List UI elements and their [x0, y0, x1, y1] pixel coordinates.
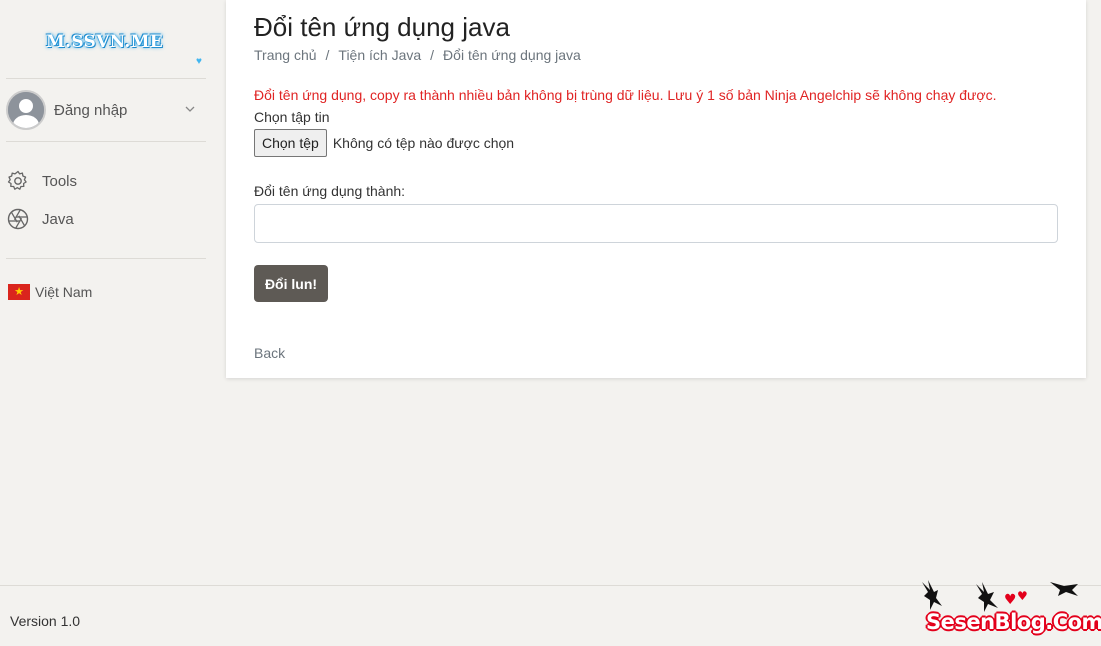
aperture-icon — [7, 208, 29, 230]
file-input: Chọn tệp Không có tệp nào được chọn — [254, 129, 514, 157]
breadcrumb-java-tools[interactable]: Tiện ích Java — [338, 47, 421, 63]
sidebar-item-tools[interactable]: Tools — [6, 166, 206, 196]
version-text: Version 1.0 — [10, 613, 81, 629]
breadcrumb-separator: / — [430, 47, 435, 63]
heart-icon: ♥ — [196, 56, 202, 67]
chevron-down-icon — [185, 106, 195, 112]
login-label: Đăng nhập — [54, 101, 128, 119]
breadcrumb-separator: / — [325, 47, 330, 63]
logo-text: M.SSVN.ME — [46, 32, 163, 52]
watermark: ♥ ♥ SesenBlog.Com — [918, 576, 1101, 642]
breadcrumb-home[interactable]: Trang chủ — [254, 47, 317, 63]
svg-text:♥: ♥ — [1004, 592, 1017, 608]
back-link[interactable]: Back — [254, 345, 285, 361]
sidebar-divider — [6, 258, 206, 259]
language-label: Việt Nam — [35, 284, 93, 300]
main-card: Đổi tên ứng dụng java Trang chủ / Tiện í… — [226, 0, 1086, 378]
file-label: Chọn tập tin — [254, 109, 330, 125]
breadcrumb-current: Đổi tên ứng dụng java — [443, 47, 581, 63]
login-menu[interactable]: Đăng nhập — [6, 89, 206, 131]
file-status: Không có tệp nào được chọn — [332, 135, 515, 151]
sidebar-divider — [6, 141, 206, 142]
gear-icon — [7, 170, 27, 190]
svg-text:♥: ♥ — [1017, 589, 1028, 603]
submit-button[interactable]: Đổi lun! — [254, 265, 328, 302]
sidebar-divider — [6, 78, 206, 79]
breadcrumb: Trang chủ / Tiện ích Java / Đổi tên ứng … — [254, 47, 581, 63]
sidebar-item-java[interactable]: Java — [6, 204, 206, 234]
choose-file-button[interactable]: Chọn tệp — [254, 129, 327, 157]
page-title: Đổi tên ứng dụng java — [254, 12, 510, 42]
site-logo[interactable]: M.SSVN.ME ♥ — [46, 30, 202, 67]
sidebar-item-label: Java — [42, 210, 74, 228]
rename-input[interactable] — [254, 204, 1058, 243]
sidebar-item-label: Tools — [42, 172, 78, 190]
watermark-text: SesenBlog.Com — [926, 610, 1101, 634]
notice-text: Đổi tên ứng dụng, copy ra thành nhiều bả… — [254, 87, 997, 103]
sidebar: M.SSVN.ME ♥ Đăng nhập Tools Java ★ Việt … — [0, 0, 212, 585]
avatar — [6, 90, 46, 130]
vietnam-flag-icon: ★ — [8, 284, 30, 300]
rename-label: Đổi tên ứng dụng thành: — [254, 183, 406, 199]
language-selector[interactable]: ★ Việt Nam — [8, 284, 92, 300]
